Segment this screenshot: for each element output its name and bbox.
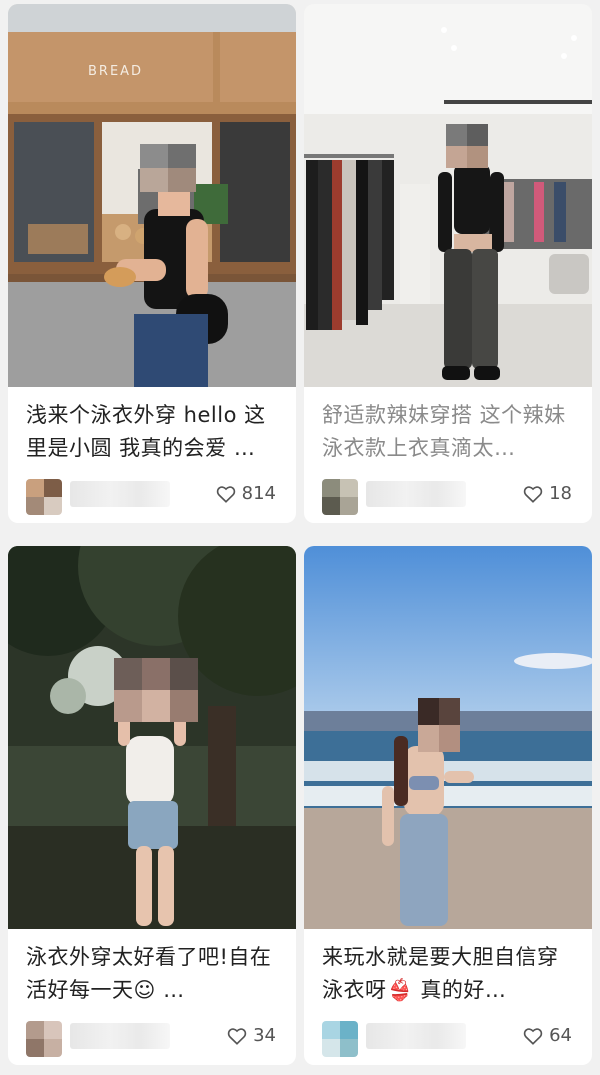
- note-cover-image[interactable]: BREAD: [8, 4, 296, 387]
- trees-photo: [8, 546, 296, 929]
- like-count: 64: [549, 1025, 572, 1046]
- heart-outline-icon: [523, 1027, 543, 1045]
- note-cover-image[interactable]: [8, 546, 296, 929]
- author-name-blurred[interactable]: [70, 1023, 170, 1049]
- blurred-face: [114, 658, 198, 722]
- note-card[interactable]: 舒适款辣妹穿搭 这个辣妹泳衣款上衣真滴太… 18: [304, 4, 592, 523]
- bread-sign-text: BREAD: [88, 64, 143, 79]
- like-button[interactable]: 18: [523, 483, 572, 504]
- note-title[interactable]: 来玩水就是要大胆自信穿泳衣呀👙 真的好…: [304, 929, 592, 1007]
- note-footer: 18: [304, 465, 592, 523]
- note-title[interactable]: 泳衣外穿太好看了吧!自在活好每一天☺ …: [8, 929, 296, 1007]
- note-card[interactable]: 泳衣外穿太好看了吧!自在活好每一天☺ … 34: [8, 546, 296, 1065]
- note-cover-image[interactable]: [304, 546, 592, 929]
- like-button[interactable]: 34: [227, 1025, 276, 1046]
- note-footer: 64: [304, 1007, 592, 1065]
- note-footer: 34: [8, 1007, 296, 1065]
- heart-outline-icon: [216, 485, 236, 503]
- heart-outline-icon: [227, 1027, 247, 1045]
- clothing-store-photo: [304, 4, 592, 387]
- like-button[interactable]: 814: [216, 483, 276, 504]
- note-card[interactable]: BREAD 浅来个泳衣外穿 hello 这里是小圆 我真的会爱 … 814: [8, 4, 296, 523]
- author-avatar[interactable]: [26, 479, 62, 515]
- blurred-face: [446, 124, 488, 168]
- like-count: 18: [549, 483, 572, 504]
- author-name-blurred[interactable]: [366, 481, 466, 507]
- heart-outline-icon: [523, 485, 543, 503]
- note-footer: 814: [8, 465, 296, 523]
- like-count: 814: [241, 483, 276, 504]
- author-name-blurred[interactable]: [366, 1023, 466, 1049]
- note-title[interactable]: 浅来个泳衣外穿 hello 这里是小圆 我真的会爱 …: [8, 387, 296, 465]
- bakery-photo: BREAD: [8, 4, 296, 387]
- blurred-face: [140, 144, 196, 192]
- author-name-blurred[interactable]: [70, 481, 170, 507]
- feed-grid: BREAD 浅来个泳衣外穿 hello 这里是小圆 我真的会爱 … 814 舒适…: [0, 0, 600, 1075]
- blurred-face: [418, 698, 460, 752]
- author-avatar[interactable]: [322, 479, 358, 515]
- author-avatar[interactable]: [26, 1021, 62, 1057]
- like-count: 34: [253, 1025, 276, 1046]
- note-title[interactable]: 舒适款辣妹穿搭 这个辣妹泳衣款上衣真滴太…: [304, 387, 592, 465]
- author-avatar[interactable]: [322, 1021, 358, 1057]
- note-cover-image[interactable]: [304, 4, 592, 387]
- like-button[interactable]: 64: [523, 1025, 572, 1046]
- note-card[interactable]: 来玩水就是要大胆自信穿泳衣呀👙 真的好… 64: [304, 546, 592, 1065]
